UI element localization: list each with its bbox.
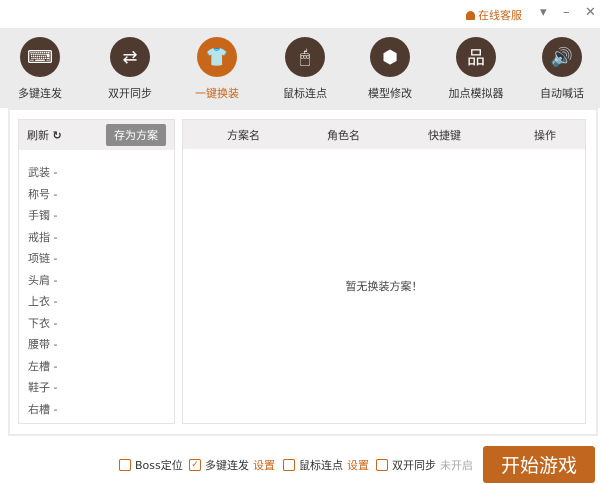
option-label: 多键连发 [205, 459, 249, 472]
start-game-button[interactable]: 开始游戏 [483, 446, 595, 483]
sync-icon: ⇄ [110, 37, 150, 77]
checkbox-checked[interactable]: ✓ [189, 459, 201, 471]
equipment-slot: 鞋子 - [28, 381, 58, 394]
tool-multi-key[interactable]: ⌨ 多键连发 [0, 37, 80, 101]
equipment-slot: 武装 - [28, 166, 58, 179]
column-header: 快捷键 [428, 128, 461, 142]
service-icon [466, 10, 475, 20]
dual-sync-status: 未开启 [440, 459, 473, 472]
equipment-panel: 刷新 ↻ 存为方案 武装 - 称号 - 手镯 - 戒指 - 项链 - 头肩 - 上衣 - 下衣… [18, 119, 175, 424]
table-header: 方案名 角色名 快捷键 操作 [183, 120, 585, 149]
service-label: 在线客服 [478, 9, 522, 22]
equipment-slot: 手镯 - [28, 209, 58, 222]
equipment-slot: 上衣 - [28, 295, 58, 308]
scheme-table: 方案名 角色名 快捷键 操作 暂无换装方案！ [182, 119, 586, 424]
hierarchy-icon: 品 [456, 37, 496, 77]
tool-label: 一键换装 [195, 87, 239, 100]
checkbox[interactable] [119, 459, 131, 471]
equipment-slot: 称号 - [28, 187, 58, 201]
tool-model-edit[interactable]: ⬢ 模型修改 [350, 37, 430, 101]
equipment-slot: 项链 - [28, 252, 58, 265]
tool-label: 多键连发 [18, 87, 62, 100]
save-scheme-button[interactable]: 存为方案 [106, 124, 166, 146]
multi-key-settings-link[interactable]: 设置 [253, 457, 275, 473]
title-bar: 在线客服 ▾ – ✕ [0, 0, 600, 28]
tool-outfit-switch[interactable]: 👕 一键换装 [177, 37, 257, 101]
checkbox[interactable] [283, 459, 295, 471]
option-label: Boss定位 [135, 459, 183, 472]
refresh-icon: ↻ [52, 129, 62, 142]
dual-sync-option[interactable]: 双开同步 未开启 [376, 457, 473, 473]
mouse-icon: 🖱 [285, 37, 325, 77]
equipment-slot: 腰带 - [28, 338, 58, 351]
column-header: 操作 [534, 128, 556, 142]
minimize-button[interactable]: – [563, 5, 570, 20]
empty-message: 暂无换装方案！ [345, 280, 423, 293]
menu-icon[interactable]: ▾ [540, 5, 547, 20]
tool-mouse-click[interactable]: 🖱 鼠标连点 [265, 37, 345, 101]
close-button[interactable]: ✕ [585, 5, 596, 20]
multi-key-option[interactable]: ✓ 多键连发 设置 [189, 457, 275, 473]
speaker-icon: 🔊 [542, 37, 582, 77]
equipment-slot: 右槽 - [28, 402, 58, 416]
column-header: 方案名 [227, 128, 260, 142]
equipment-slot: 下衣 - [28, 316, 58, 330]
tool-label: 鼠标连点 [283, 87, 327, 100]
tool-label: 加点模拟器 [448, 87, 504, 100]
mouse-click-settings-link[interactable]: 设置 [347, 457, 369, 473]
keyboard-icon: ⌨ [20, 37, 60, 77]
checkbox[interactable] [376, 459, 388, 471]
equipment-slot: 头肩 - [28, 273, 58, 287]
refresh-button[interactable]: 刷新 ↻ [27, 127, 62, 143]
equipment-slot: 戒指 - [28, 230, 58, 244]
tool-dual-sync[interactable]: ⇄ 双开同步 [90, 37, 170, 101]
feature-toolbar: ⌨ 多键连发 ⇄ 双开同步 👕 一键换装 🖱 鼠标连点 ⬢ 模型修改 品加点模拟器 🔊 自动… [0, 28, 600, 108]
mouse-click-option[interactable]: 鼠标连点 设置 [283, 457, 369, 473]
option-label: 双开同步 [392, 459, 436, 472]
tool-label: 自动喊话 [540, 87, 584, 100]
tool-auto-shout[interactable]: 🔊 自动喊话 [522, 37, 600, 101]
equipment-slot: 左槽 - [28, 359, 58, 373]
boss-locate-option[interactable]: Boss定位 [119, 457, 183, 473]
cube-icon: ⬢ [370, 37, 410, 77]
column-header: 角色名 [327, 128, 360, 142]
tool-label: 模型修改 [368, 87, 412, 100]
tool-label: 双开同步 [108, 87, 152, 100]
option-label: 鼠标连点 [299, 459, 343, 472]
online-service-link[interactable]: 在线客服 [466, 7, 522, 23]
tool-stat-simulator[interactable]: 品加点模拟器 [436, 37, 516, 101]
refresh-label: 刷新 [27, 129, 49, 142]
shirt-icon: 👕 [197, 37, 237, 77]
